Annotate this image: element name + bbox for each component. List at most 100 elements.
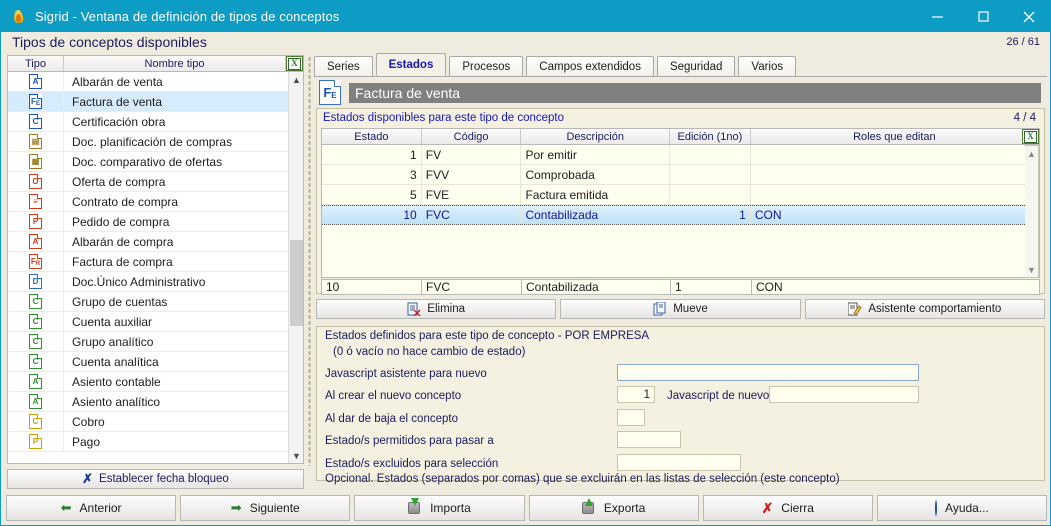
scroll-up-icon[interactable]: ▲ bbox=[289, 72, 303, 87]
minimize-button[interactable] bbox=[914, 1, 960, 32]
tab-varios[interactable]: Varios bbox=[738, 56, 797, 76]
table-row[interactable]: 5 FVE Factura emitida bbox=[322, 185, 1039, 205]
set-block-date-label: Establecer fecha bloqueo bbox=[99, 473, 229, 485]
help-globe-icon bbox=[935, 500, 938, 516]
close-button[interactable] bbox=[1006, 1, 1050, 32]
list-item-label: Grupo analítico bbox=[72, 334, 154, 349]
scrollbar-thumb[interactable] bbox=[290, 240, 303, 326]
list-item-label: Albarán de compra bbox=[72, 234, 174, 249]
list-item[interactable]: C Cuenta analítica bbox=[8, 351, 303, 372]
list-item-label: Grupo de cuentas bbox=[72, 294, 168, 309]
action-label: Mueve bbox=[673, 303, 708, 315]
edit-codigo-input[interactable] bbox=[421, 279, 521, 295]
edit-edicion-input[interactable] bbox=[670, 279, 751, 295]
list-item[interactable]: ▤ Doc. planificación de compras bbox=[8, 131, 303, 152]
states-grid-body[interactable]: 1 FV Por emitir 3 FVV Comprobada 5 FVE Factura e… bbox=[321, 145, 1040, 278]
grid-scroll-down-icon[interactable]: ▼ bbox=[1025, 263, 1038, 276]
ayuda-button[interactable]: Ayuda... bbox=[876, 495, 1048, 521]
tab-estados[interactable]: Estados bbox=[375, 53, 447, 76]
list-item-label: Doc. comparativo de ofertas bbox=[72, 154, 223, 169]
states-excel-export-icon[interactable]: X bbox=[1022, 129, 1039, 144]
estados-excluidos-input[interactable] bbox=[617, 454, 741, 471]
grid-column-header[interactable]: Código bbox=[422, 129, 522, 144]
maximize-button[interactable] bbox=[960, 1, 1006, 32]
list-item[interactable]: A Albarán de compra bbox=[8, 231, 303, 252]
list-item[interactable]: A Asiento contable bbox=[8, 371, 303, 392]
asistente-comportamiento-button[interactable]: Asistente comportamiento bbox=[804, 299, 1045, 319]
tab-series[interactable]: Series bbox=[314, 56, 373, 76]
mueve-button[interactable]: Mueve bbox=[560, 299, 801, 319]
list-item-label: Factura de compra bbox=[72, 254, 173, 269]
grid-column-header[interactable]: Edición (1no) bbox=[670, 129, 751, 144]
tab-procesos[interactable]: Procesos bbox=[449, 56, 524, 76]
states-grid-scrollbar[interactable]: ▲ ▼ bbox=[1025, 145, 1039, 278]
edit-descripcion-input[interactable] bbox=[521, 279, 670, 295]
tab-seguridad[interactable]: Seguridad bbox=[656, 56, 736, 76]
state-edit-row[interactable] bbox=[321, 279, 1040, 295]
states-grid-count: 4 / 4 bbox=[1013, 112, 1036, 124]
list-item-label: Cobro bbox=[72, 414, 105, 429]
tab-campos-extendidos[interactable]: Campos extendidos bbox=[526, 56, 654, 76]
move-list-icon bbox=[653, 301, 666, 316]
concept-type-icon: ▦ bbox=[8, 151, 64, 172]
exporta-button[interactable]: Exporta bbox=[528, 495, 699, 521]
cierra-button[interactable]: ✗ Cierra bbox=[702, 495, 873, 521]
list-item[interactable]: C Cuenta auxiliar bbox=[8, 311, 303, 332]
concept-types-list[interactable]: A Albarán de venta F E Factura de venta C Cert… bbox=[7, 72, 304, 464]
list-item[interactable]: ▦ Doc. comparativo de ofertas bbox=[8, 151, 303, 172]
grid-column-header[interactable]: Descripción bbox=[521, 129, 671, 144]
set-block-date-button[interactable]: ✗ Establecer fecha bloqueo bbox=[7, 469, 304, 489]
list-item[interactable]: O Oferta de compra bbox=[8, 171, 303, 192]
button-label: Cierra bbox=[781, 501, 814, 515]
label-al-dar-baja-concepto: Al dar de baja el concepto bbox=[325, 413, 458, 425]
state-actions-row: Elimina Mueve Asistente comportamiento bbox=[316, 299, 1045, 319]
siguiente-button[interactable]: ➡ Siguiente bbox=[180, 495, 351, 521]
tab-strip: Series Estados Procesos Campos extendidos Se… bbox=[314, 53, 1047, 77]
list-item[interactable]: A Albarán de venta bbox=[8, 72, 303, 92]
list-item[interactable]: D Doc.Único Administrativo bbox=[8, 271, 303, 292]
list-item[interactable]: C Grupo analítico bbox=[8, 331, 303, 352]
table-row[interactable]: 10 FVC Contabilizada 1 CON bbox=[322, 205, 1039, 225]
concept-types-scrollbar[interactable]: ▲ ▼ bbox=[288, 72, 303, 463]
label-estados-excluidos: Estado/s excluidos para selección bbox=[325, 458, 499, 470]
label-estados-permitidos: Estado/s permitidos para pasar a bbox=[325, 435, 494, 447]
grid-scroll-up-icon[interactable]: ▲ bbox=[1025, 147, 1038, 160]
table-cell-descripcion: Comprobada bbox=[521, 165, 671, 184]
close-x-icon: ✗ bbox=[761, 499, 774, 516]
table-cell-descripcion: Contabilizada bbox=[521, 206, 671, 224]
list-item[interactable]: ≡ Contrato de compra bbox=[8, 191, 303, 212]
table-row[interactable]: 3 FVV Comprobada bbox=[322, 165, 1039, 185]
button-label: Exporta bbox=[603, 501, 646, 515]
list-item-label: Doc.Único Administrativo bbox=[72, 274, 206, 289]
list-item[interactable]: C Cobro bbox=[8, 411, 303, 432]
scroll-down-icon[interactable]: ▼ bbox=[289, 448, 303, 463]
al-dar-baja-concepto-input[interactable] bbox=[617, 409, 645, 426]
elimina-button[interactable]: Elimina bbox=[316, 299, 557, 319]
list-item[interactable]: F E Factura de venta bbox=[8, 91, 303, 112]
importa-button[interactable]: Importa bbox=[354, 495, 525, 521]
selected-concept-header: FE Factura de venta bbox=[316, 79, 1045, 106]
list-item[interactable]: C Certificación obra bbox=[8, 111, 303, 132]
excel-export-icon[interactable]: X bbox=[286, 56, 303, 71]
js-de-nuevo-input[interactable] bbox=[769, 386, 919, 403]
al-crear-concepto-input[interactable] bbox=[617, 386, 655, 403]
js-asistente-nuevo-input[interactable] bbox=[617, 364, 919, 381]
arrow-right-icon: ➡ bbox=[230, 500, 242, 515]
edit-estado-input[interactable] bbox=[321, 279, 421, 295]
table-cell-estado: 5 bbox=[322, 185, 422, 204]
grid-column-header[interactable]: Estado bbox=[322, 129, 422, 144]
grid-column-header[interactable]: Roles que editan bbox=[751, 129, 1039, 144]
concept-type-icon: D bbox=[8, 271, 64, 292]
anterior-button[interactable]: ⬅ Anterior bbox=[6, 495, 177, 521]
list-item[interactable]: P Pago bbox=[8, 431, 303, 452]
invoice-document-icon: FE bbox=[319, 80, 341, 105]
edit-roles-input[interactable] bbox=[751, 279, 1040, 295]
list-item[interactable]: C Grupo de cuentas bbox=[8, 291, 303, 312]
list-item[interactable]: F R Factura de compra bbox=[8, 251, 303, 272]
table-row[interactable]: 1 FV Por emitir bbox=[322, 145, 1039, 165]
list-item[interactable]: P Pedido de compra bbox=[8, 211, 303, 232]
list-item-label: Asiento contable bbox=[72, 374, 161, 389]
list-item[interactable]: A Asiento analítico bbox=[8, 391, 303, 412]
concept-icon-letter: F bbox=[323, 85, 332, 100]
estados-permitidos-input[interactable] bbox=[617, 431, 681, 448]
